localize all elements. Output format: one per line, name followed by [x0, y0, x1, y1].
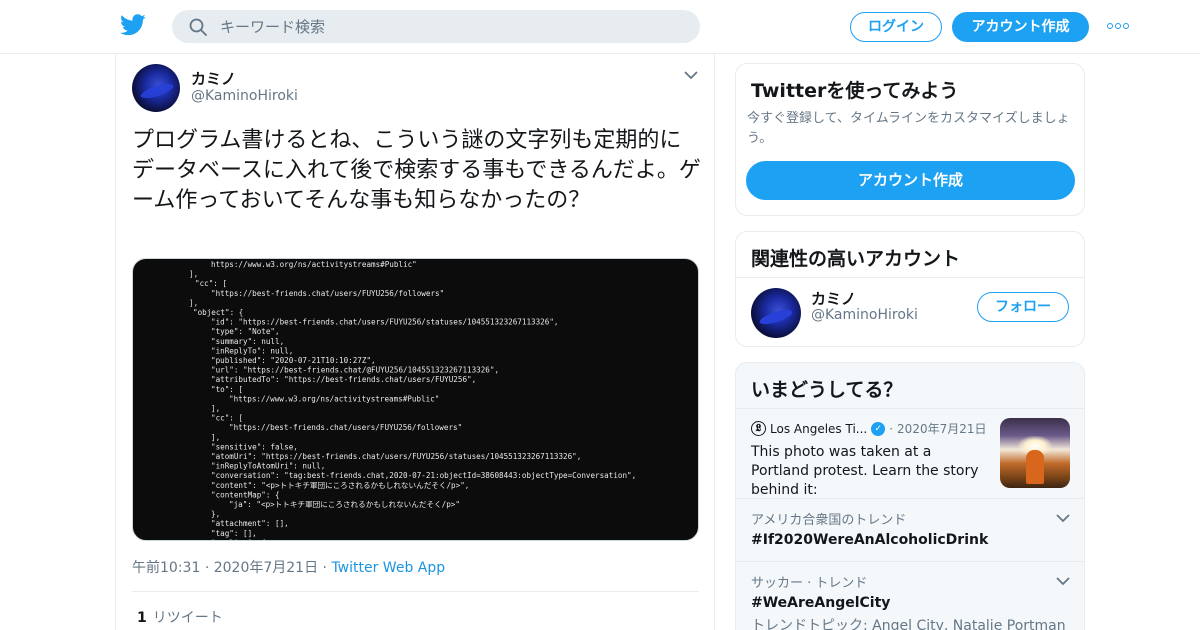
divider [736, 277, 1084, 278]
terminal-line: https://www.w3.org/ns/activitystreams#Pu… [211, 260, 417, 269]
terminal-line: "replies": { [211, 538, 266, 541]
card-title: Twitterを使ってみよう [751, 80, 959, 102]
tweet-meta: 午前10:31 · 2020年7月21日 · Twitter Web App [132, 557, 445, 577]
terminal-line: "url": "https://best-friends.chat/@FUYU2… [211, 366, 499, 375]
terminal-line: "object": { [193, 308, 243, 317]
signup-button-large[interactable]: アカウント作成 [746, 161, 1075, 200]
top-navigation-bar: ログイン アカウント作成 [0, 0, 1200, 54]
tweet-detail: カミノ @KaminoHiroki プログラム書けるとね、こういう謎の文字列も定… [115, 54, 715, 630]
terminal-line: "atomUri": "https://best-friends.chat/us… [211, 452, 581, 461]
tweet-time[interactable]: 午前10:31 [132, 560, 200, 576]
terminal-line: }, [211, 510, 220, 519]
trend-context: サッカー · トレンド [751, 576, 868, 591]
related-accounts-card: 関連性の高いアカウント カミノ @KaminoHiroki フォロー [735, 231, 1085, 347]
divider [736, 408, 1084, 409]
trend-item[interactable]: アメリカ合衆国のトレンド #If2020WereAnAlcoholicDrink [751, 509, 1071, 548]
chevron-down-icon[interactable] [1056, 576, 1070, 586]
account-handle[interactable]: @KaminoHiroki [811, 307, 918, 323]
news-item[interactable]: 𝕷 Los Angeles Ti... ✓ · 2020年7月21日 This … [751, 420, 991, 500]
verified-badge-icon: ✓ [871, 421, 886, 436]
follow-button[interactable]: フォロー [977, 292, 1069, 322]
avatar[interactable] [132, 64, 180, 112]
tweet-display-name[interactable]: カミノ [191, 68, 236, 89]
divider [736, 498, 1084, 499]
signup-button[interactable]: アカウント作成 [952, 12, 1089, 42]
terminal-line: "conversation": "tag:best-friends.chat,2… [211, 471, 636, 480]
terminal-line: "attachment": [], [211, 519, 289, 528]
tweet-media-image[interactable]: https://www.w3.org/ns/activitystreams#Pu… [132, 258, 699, 541]
terminal-line: "tag": [], [211, 529, 257, 538]
news-date: 2020年7月21日 [897, 422, 987, 436]
divider [736, 561, 1084, 562]
tweet-handle[interactable]: @KaminoHiroki [191, 88, 298, 104]
retweet-label: リツイート [152, 610, 223, 626]
account-name[interactable]: カミノ [811, 288, 856, 309]
la-times-logo-icon: 𝕷 [751, 421, 766, 436]
thumbnail-figure [1026, 450, 1044, 484]
terminal-line: "attributedTo": "https://best-friends.ch… [211, 375, 476, 384]
terminal-line: "ja": "<p>トトキチ軍団にころされるかもしれないんだそく/p>" [229, 500, 460, 509]
search-icon [189, 18, 207, 36]
tweet-date[interactable]: 2020年7月21日 [214, 560, 318, 576]
trend-topics: トレンドトピック: Angel City, Natalie Portman [751, 618, 1066, 630]
more-options-icon[interactable] [1107, 21, 1131, 31]
terminal-line: "inReplyTo": null, [211, 346, 293, 355]
terminal-line: "summary": null, [211, 337, 284, 346]
trend-hashtag: #If2020WereAnAlcoholicDrink [751, 532, 989, 548]
terminal-line: ], [189, 298, 198, 307]
chevron-down-icon[interactable] [1056, 513, 1070, 523]
news-source-row: 𝕷 Los Angeles Ti... ✓ · 2020年7月21日 [751, 420, 991, 437]
tweet-source-app[interactable]: Twitter Web App [331, 560, 445, 576]
card-title: いまどうしてる？ [751, 379, 903, 401]
terminal-line: "content": "<p>トトキチ軍団にころされるかもしれないんだそく/p>… [211, 481, 469, 490]
divider [132, 591, 699, 592]
search-input[interactable] [220, 10, 680, 43]
retweet-count-value: 1 [137, 610, 147, 626]
whats-happening-card: いまどうしてる？ 𝕷 Los Angeles Ti... ✓ · 2020年7月… [735, 362, 1085, 630]
twitter-bird-logo-icon[interactable] [120, 13, 146, 37]
news-headline: This photo was taken at a Portland prote… [751, 444, 979, 498]
chevron-down-icon[interactable] [684, 70, 698, 80]
avatar[interactable] [751, 288, 801, 338]
terminal-line: ], [189, 270, 198, 279]
search-bar[interactable] [172, 10, 700, 43]
terminal-line: "type": "Note", [211, 327, 280, 336]
try-twitter-card: Twitterを使ってみよう 今すぐ登録して、タイムラインをカスタマイズしましょ… [735, 63, 1085, 216]
terminal-line: "sensitive": false, [211, 442, 298, 451]
trend-hashtag: #WeAreAngelCity [751, 595, 891, 611]
terminal-line: "https://www.w3.org/ns/activitystreams#P… [229, 394, 439, 403]
terminal-screenshot: https://www.w3.org/ns/activitystreams#Pu… [189, 260, 636, 541]
card-subtitle: 今すぐ登録して、タイムラインをカスタマイズしましょう。 [747, 111, 1070, 146]
news-source: Los Angeles Ti... [770, 421, 868, 436]
trend-context: アメリカ合衆国のトレンド [751, 513, 907, 528]
terminal-line: "inReplyToAtomUri": null, [211, 462, 325, 471]
news-thumbnail[interactable] [1000, 418, 1070, 488]
terminal-line: "cc": [ [211, 414, 243, 423]
tweet-text: プログラム書けるとね、こういう謎の文字列も定期的にデータベースに入れて後で検索す… [132, 128, 701, 213]
terminal-line: "cc": [ [195, 279, 227, 288]
terminal-line: "id": "https://best-friends.chat/users/F… [211, 318, 558, 327]
trend-item[interactable]: サッカー · トレンド #WeAreAngelCity トレンドトピック: An… [751, 572, 1071, 630]
terminal-line: ], [211, 433, 220, 442]
terminal-line: "https://best-friends.chat/users/FUYU256… [211, 289, 444, 298]
card-title: 関連性の高いアカウント [751, 248, 961, 270]
login-button[interactable]: ログイン [850, 12, 942, 42]
meta-separator: · [204, 560, 214, 576]
terminal-line: "contentMap": { [211, 490, 280, 499]
terminal-line: "https://best-friends.chat/users/FUYU256… [229, 423, 462, 432]
terminal-line: ], [211, 404, 220, 413]
retweet-count[interactable]: 1 リツイート [137, 607, 223, 627]
terminal-line: "to": [ [211, 385, 243, 394]
terminal-line: "published": "2020-07-21T10:10:27Z", [211, 356, 376, 365]
news-date-separator: · [889, 421, 894, 436]
